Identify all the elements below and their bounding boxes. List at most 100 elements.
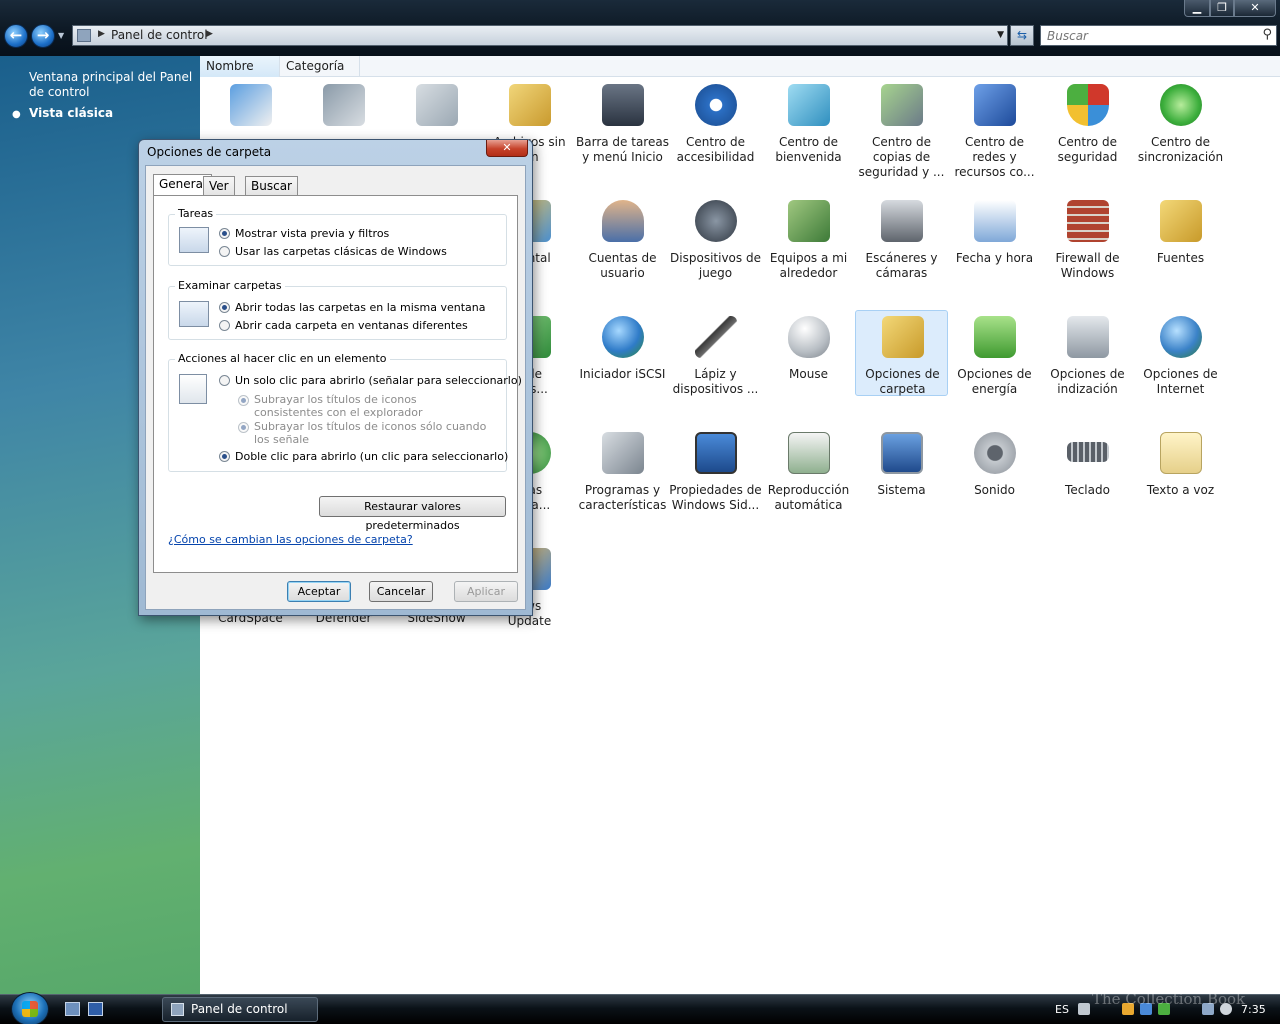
item-indexing[interactable]: Opciones de indización bbox=[1041, 312, 1134, 396]
column-header-name[interactable]: Nombre bbox=[200, 56, 280, 77]
address-dropdown-icon[interactable]: ▼ bbox=[997, 30, 1004, 40]
sync-center-icon bbox=[1160, 84, 1202, 126]
arrow-left-icon: ← bbox=[9, 26, 23, 44]
item-accessibility[interactable]: Centro de accesibilidad bbox=[669, 80, 762, 164]
item-pen[interactable]: Lápiz y dispositivos ... bbox=[669, 312, 762, 396]
classic-view-link[interactable]: Vista clásica bbox=[29, 106, 113, 120]
item-date-time[interactable]: Fecha y hora bbox=[948, 196, 1041, 280]
cancel-button[interactable]: Cancelar bbox=[369, 581, 433, 602]
item-power-options[interactable]: Opciones de energía bbox=[948, 312, 1041, 396]
control-panel-icon bbox=[171, 1003, 184, 1016]
item-sidebar-properties[interactable]: Propiedades de Windows Sid... bbox=[669, 428, 762, 512]
item-label: Teclado bbox=[1065, 483, 1110, 497]
accessibility-icon bbox=[695, 84, 737, 126]
tab-ver[interactable]: Ver bbox=[203, 176, 235, 196]
column-header-category[interactable]: Categoría bbox=[280, 56, 360, 77]
forward-button[interactable]: → bbox=[31, 24, 55, 48]
radio-button-disabled[interactable] bbox=[238, 422, 249, 433]
ok-button[interactable]: Aceptar bbox=[287, 581, 351, 602]
item-game-controllers[interactable]: Dispositivos de juego bbox=[669, 196, 762, 280]
item-user-accounts[interactable]: Cuentas de usuario bbox=[576, 196, 669, 280]
underline-always-option[interactable]: Subrayar los títulos de iconos consisten… bbox=[238, 393, 488, 419]
keyboard-tray-icon[interactable] bbox=[1078, 1003, 1090, 1015]
same-window-option[interactable]: Abrir todas las carpetas en la misma ven… bbox=[219, 301, 485, 314]
radio-button-selected[interactable] bbox=[219, 302, 230, 313]
item-label: Texto a voz bbox=[1146, 483, 1215, 497]
breadcrumb-control-panel[interactable]: Panel de control bbox=[111, 28, 208, 42]
apply-button[interactable]: Aplicar bbox=[454, 581, 518, 602]
item-text-to-speech[interactable]: Texto a voz bbox=[1134, 428, 1227, 512]
people-near-me-icon bbox=[788, 200, 830, 242]
item-label: Escáneres y cámaras bbox=[865, 251, 938, 280]
maximize-button[interactable]: ❐ bbox=[1210, 0, 1234, 17]
radio-button[interactable] bbox=[219, 246, 230, 257]
minimize-button[interactable]: ▁ bbox=[1184, 0, 1210, 17]
item-sound[interactable]: Sonido bbox=[948, 428, 1041, 512]
refresh-button[interactable]: ⇆ bbox=[1010, 25, 1034, 46]
sidebar-properties-icon bbox=[695, 432, 737, 474]
item-label: Reproducción automática bbox=[767, 483, 850, 512]
folder-options-help-link[interactable]: ¿Cómo se cambian las opciones de carpeta… bbox=[168, 533, 413, 546]
start-button[interactable] bbox=[11, 992, 49, 1024]
game-controllers-icon bbox=[695, 200, 737, 242]
item-keyboard[interactable]: Teclado bbox=[1041, 428, 1134, 512]
radio-button-selected[interactable] bbox=[219, 451, 230, 462]
item-firewall[interactable]: Firewall de Windows bbox=[1041, 196, 1134, 280]
browse-folders-group: Examinar carpetas Abrir todas las carpet… bbox=[168, 279, 507, 340]
bullet-icon: ● bbox=[12, 109, 21, 120]
radio-button[interactable] bbox=[219, 375, 230, 386]
show-preview-option[interactable]: Mostrar vista previa y filtros bbox=[219, 227, 389, 240]
system-icon bbox=[881, 432, 923, 474]
sound-icon bbox=[974, 432, 1016, 474]
item-label: Iniciador iSCSI bbox=[579, 367, 666, 381]
item-people-near-me[interactable]: Equipos a mi alrededor bbox=[762, 196, 855, 280]
item-security-center[interactable]: Centro de seguridad bbox=[1041, 80, 1134, 164]
show-desktop-icon[interactable] bbox=[65, 1002, 80, 1016]
item-backup-center[interactable]: Centro de copias de seguridad y ... bbox=[855, 80, 948, 179]
item-system[interactable]: Sistema bbox=[855, 428, 948, 512]
item-sync-center[interactable]: Centro de sincronización bbox=[1134, 80, 1227, 164]
dialog-close-button[interactable]: ✕ bbox=[486, 140, 528, 157]
tab-buscar[interactable]: Buscar bbox=[245, 176, 298, 196]
address-bar[interactable]: ▶ Panel de control ▶ ▼ bbox=[72, 25, 1008, 46]
radio-button-disabled[interactable] bbox=[238, 395, 249, 406]
breadcrumb-arrow-icon[interactable]: ▶ bbox=[98, 29, 105, 39]
search-icon[interactable]: ⚲ bbox=[1262, 27, 1272, 42]
breadcrumb-arrow-icon[interactable]: ▶ bbox=[206, 29, 213, 39]
taskbar-button-control-panel[interactable]: Panel de control bbox=[162, 997, 318, 1022]
switch-windows-icon[interactable] bbox=[88, 1002, 103, 1016]
classic-folders-option[interactable]: Usar las carpetas clásicas de Windows bbox=[219, 245, 447, 258]
underline-hover-option[interactable]: Subrayar los títulos de iconos sólo cuan… bbox=[238, 420, 488, 446]
item-programs-features[interactable]: Programas y características bbox=[576, 428, 669, 512]
item-iscsi[interactable]: Iniciador iSCSI bbox=[576, 312, 669, 396]
search-input[interactable]: Buscar ⚲ bbox=[1040, 25, 1277, 46]
back-button[interactable]: ← bbox=[4, 24, 28, 48]
item-network-center[interactable]: Centro de redes y recursos co... bbox=[948, 80, 1041, 179]
recent-pages-dropdown[interactable]: ▼ bbox=[58, 31, 64, 40]
item-label: Centro de redes y recursos co... bbox=[954, 135, 1035, 179]
restore-defaults-button[interactable]: Restaurar valores predeterminados bbox=[319, 496, 506, 532]
control-panel-icon bbox=[77, 29, 91, 42]
item-label: Centro de sincronización bbox=[1137, 135, 1224, 164]
item-autoplay[interactable]: Reproducción automática bbox=[762, 428, 855, 512]
column-header-bar: Nombre Categoría bbox=[200, 56, 1280, 77]
language-indicator[interactable]: ES bbox=[1055, 1003, 1069, 1016]
double-click-option[interactable]: Doble clic para abrirlo (un clic para se… bbox=[219, 450, 508, 463]
tasks-group: Tareas Mostrar vista previa y filtros Us… bbox=[168, 207, 507, 266]
item-mouse[interactable]: Mouse bbox=[762, 312, 855, 396]
item-fonts[interactable]: Fuentes bbox=[1134, 196, 1227, 280]
item-welcome-center[interactable]: Centro de bienvenida bbox=[762, 80, 855, 164]
item-taskbar[interactable]: Barra de tareas y menú Inicio bbox=[576, 80, 669, 164]
radio-button-selected[interactable] bbox=[219, 228, 230, 239]
single-click-option[interactable]: Un solo clic para abrirlo (señalar para … bbox=[219, 374, 522, 387]
watermark: The Collection Book bbox=[1092, 990, 1246, 1008]
new-window-option[interactable]: Abrir cada carpeta en ventanas diferente… bbox=[219, 319, 468, 332]
radio-button[interactable] bbox=[219, 320, 230, 331]
mouse-icon bbox=[788, 316, 830, 358]
click-group-title: Acciones al hacer clic en un elemento bbox=[175, 352, 390, 365]
item-scanners-cameras[interactable]: Escáneres y cámaras bbox=[855, 196, 948, 280]
item-folder-options[interactable]: Opciones de carpeta bbox=[855, 310, 948, 396]
control-panel-home-link[interactable]: Ventana principal del Panel de control bbox=[29, 70, 194, 100]
item-internet-options[interactable]: Opciones de Internet bbox=[1134, 312, 1227, 396]
close-window-button[interactable]: ✕ bbox=[1234, 0, 1276, 17]
